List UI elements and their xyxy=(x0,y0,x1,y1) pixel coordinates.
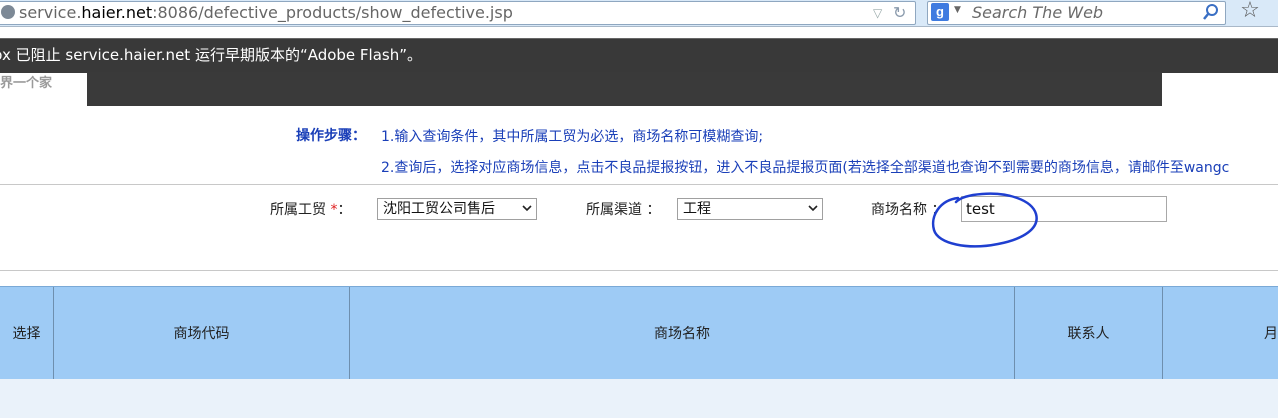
channel-label: 所属渠道 ： xyxy=(586,202,661,218)
notification-text: fox 已阻止 service.haier.net 运行早期版本的“Adobe … xyxy=(0,46,423,64)
results-table-body xyxy=(0,379,1278,418)
plugin-blocked-notification: fox 已阻止 service.haier.net 运行早期版本的“Adobe … xyxy=(0,38,1278,73)
column-header-market-name: 商场名称 xyxy=(350,287,1015,379)
channel-select[interactable]: 工程 xyxy=(677,198,823,220)
column-header-market-code: 商场代码 xyxy=(54,287,350,379)
url-text[interactable]: service.haier.net:8086/defective_product… xyxy=(19,4,513,22)
address-bar[interactable]: service.haier.net:8086/defective_product… xyxy=(0,1,916,25)
hand-drawn-circle-annotation xyxy=(931,192,1038,248)
search-input[interactable]: Search The Web xyxy=(972,3,1103,22)
chevron-down-icon[interactable] xyxy=(806,202,820,216)
chevron-down-icon[interactable] xyxy=(520,202,534,216)
trade-select[interactable]: 沈阳工贸公司售后 xyxy=(377,198,537,220)
divider xyxy=(0,270,1278,271)
divider xyxy=(0,184,1278,185)
browser-toolbar: service.haier.net:8086/defective_product… xyxy=(0,0,1278,27)
column-header-select: 选择 xyxy=(0,287,54,379)
instruction-step-2: 2.查询后，选择对应商场信息，点击不良品提报按钮，进入不良品提报页面(若选择全部… xyxy=(381,160,1230,176)
instruction-step-1: 1.输入查询条件，其中所属工贸为必选，商场名称可模糊查询; xyxy=(381,129,764,145)
reload-icon[interactable]: ↻ xyxy=(893,5,909,21)
header-banner xyxy=(87,72,1162,106)
results-table-header: 选择 商场代码 商场名称 联系人 月 xyxy=(0,286,1278,380)
url-history-dropdown-icon[interactable]: ▽ xyxy=(873,6,887,20)
engine-dropdown-icon[interactable]: ▼ xyxy=(954,5,961,15)
trade-label: 所属工贸 *： xyxy=(270,202,352,218)
search-bar[interactable]: g ▼ Search The Web xyxy=(927,1,1226,25)
search-icon[interactable] xyxy=(1202,3,1220,21)
site-logo: 界一个家 xyxy=(0,76,53,91)
site-identity-icon[interactable] xyxy=(1,5,15,19)
column-header-month: 月 xyxy=(1264,326,1278,342)
instructions-label: 操作步骤： xyxy=(296,128,366,144)
bookmark-star-icon[interactable]: ☆ xyxy=(1238,0,1262,24)
search-engine-icon[interactable]: g xyxy=(931,3,949,21)
column-header-contact: 联系人 xyxy=(1015,287,1163,379)
